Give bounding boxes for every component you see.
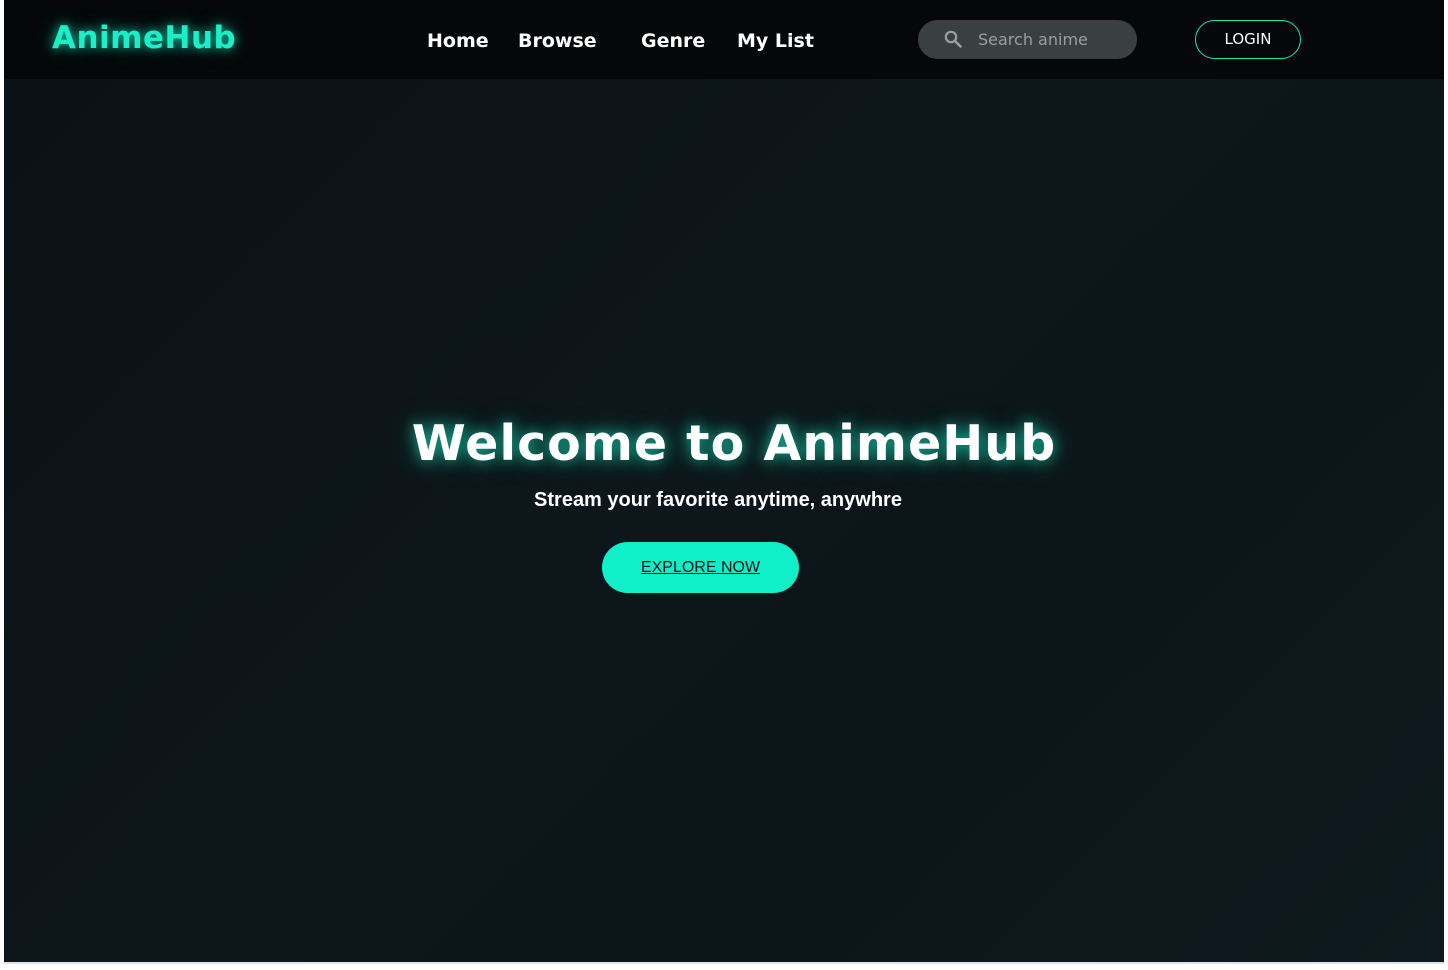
- explore-now-button[interactable]: EXPLORE NOW: [602, 542, 799, 593]
- nav-link-my-list[interactable]: My List: [737, 30, 814, 52]
- navbar: AnimeHub Home Browse Genre My List LOGIN: [4, 0, 1444, 79]
- hero-subtitle: Stream your favorite anytime, anywhre: [534, 489, 902, 511]
- hero-title: Welcome to AnimeHub: [411, 415, 1057, 472]
- search-icon[interactable]: [944, 30, 962, 48]
- window-bottom-edge: [4, 962, 1444, 964]
- search-input[interactable]: [978, 20, 1128, 59]
- site-logo[interactable]: AnimeHub: [52, 20, 236, 56]
- app-window: AnimeHub Home Browse Genre My List LOGIN…: [4, 0, 1444, 962]
- nav-link-home[interactable]: Home: [427, 30, 489, 52]
- search-box: [918, 20, 1137, 59]
- login-button[interactable]: LOGIN: [1195, 20, 1301, 59]
- nav-link-genre[interactable]: Genre: [641, 30, 705, 52]
- nav-link-browse[interactable]: Browse: [518, 30, 597, 52]
